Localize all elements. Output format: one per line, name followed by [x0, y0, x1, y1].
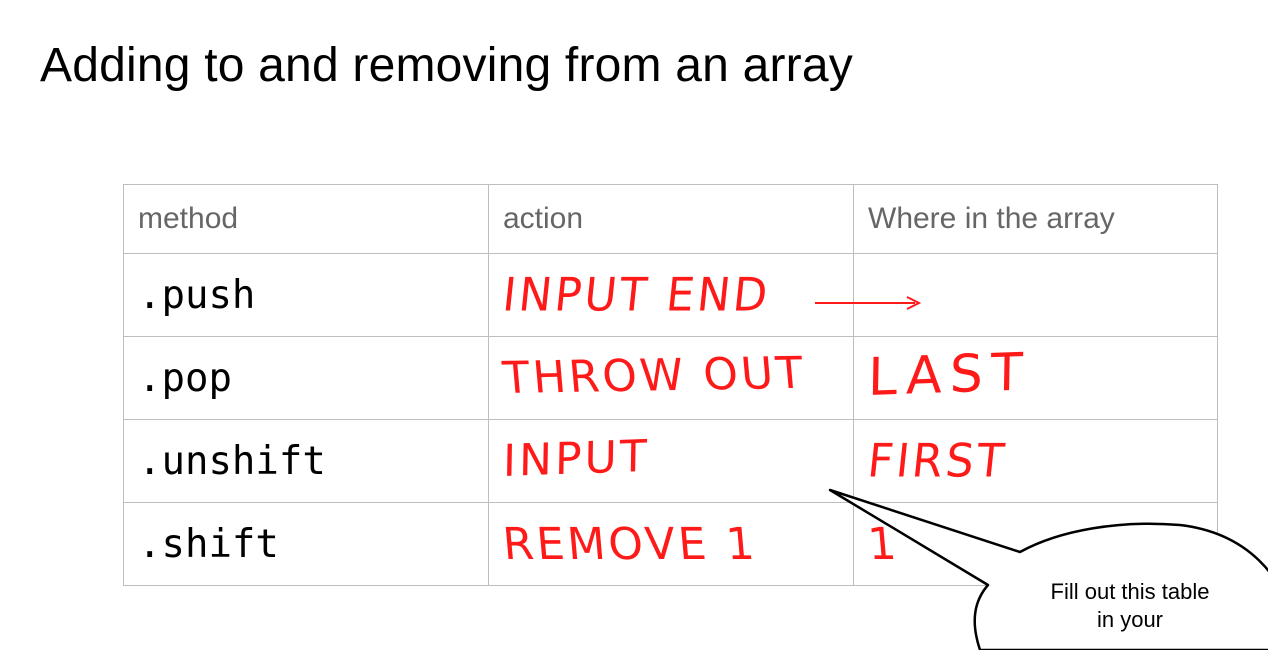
action-cell: REMOVE 1 [488, 502, 854, 586]
handwritten-arrow-icon [815, 296, 922, 310]
table-row: .push INPUT END [123, 253, 1218, 337]
action-cell: INPUT [488, 419, 854, 503]
header-method: method [123, 184, 489, 254]
action-cell: INPUT END [488, 253, 854, 337]
slide-title: Adding to and removing from an array [40, 39, 853, 92]
table-header-row: method action Where in the array [123, 184, 1218, 254]
method-shift: .shift [123, 502, 489, 586]
speech-bubble-text: Fill out this table in your [1050, 579, 1210, 632]
handwritten-action: INPUT [502, 430, 651, 487]
handwritten-action: INPUT END [500, 268, 773, 322]
action-cell: THROW OUT [488, 336, 854, 420]
handwritten-action: THROW OUT [500, 347, 809, 404]
table-row: .pop THROW OUT LAST [123, 336, 1218, 420]
where-cell: LAST [853, 336, 1218, 420]
handwritten-action: REMOVE 1 [500, 518, 760, 570]
header-action: action [488, 184, 854, 254]
method-unshift: .unshift [123, 419, 489, 503]
header-where: Where in the array [853, 184, 1218, 254]
method-pop: .pop [123, 336, 489, 420]
where-cell [853, 253, 1218, 337]
method-push: .push [123, 253, 489, 337]
handwritten-where: LAST [867, 342, 1032, 408]
